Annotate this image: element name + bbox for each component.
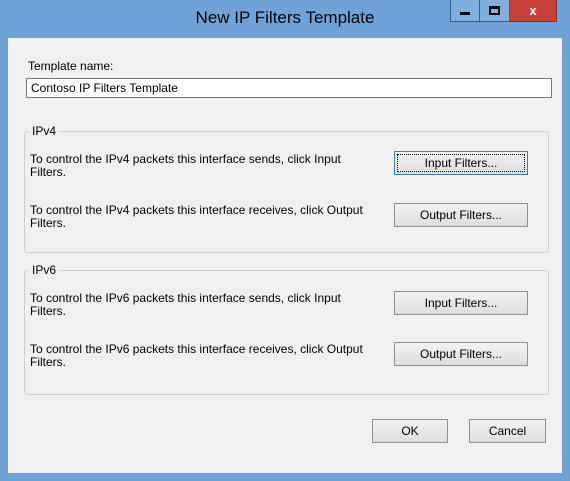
ipv4-output-filters-label: Output Filters...: [419, 208, 503, 222]
dialog-window: New IP Filters Template x Template name:…: [0, 0, 570, 481]
dialog-body: Template name: IPv4 To control the IPv4 …: [8, 38, 562, 473]
ipv6-send-description: To control the IPv6 packets this interfa…: [30, 291, 341, 318]
template-name-label: Template name:: [28, 59, 114, 73]
ipv6-input-filters-label: Input Filters...: [424, 296, 498, 310]
maximize-icon: [489, 6, 500, 15]
cancel-button[interactable]: Cancel: [469, 419, 546, 443]
ipv6-legend: IPv6: [29, 263, 60, 277]
template-name-input[interactable]: [26, 78, 552, 98]
close-button[interactable]: x: [510, 0, 557, 22]
ipv4-group: [24, 131, 549, 253]
ok-button[interactable]: OK: [372, 419, 448, 443]
ipv4-receive-description: To control the IPv4 packets this interfa…: [30, 203, 363, 230]
ipv6-receive-description: To control the IPv6 packets this interfa…: [30, 342, 363, 369]
ipv6-group: [24, 270, 549, 395]
ipv6-input-filters-button[interactable]: Input Filters...: [394, 291, 528, 315]
ipv6-output-filters-button[interactable]: Output Filters...: [394, 342, 528, 366]
ipv4-output-filters-button[interactable]: Output Filters...: [394, 203, 528, 227]
ipv4-legend: IPv4: [29, 124, 60, 138]
ipv4-input-filters-label: Input Filters...: [424, 156, 498, 170]
cancel-button-label: Cancel: [488, 424, 527, 438]
close-icon: x: [529, 3, 537, 18]
ipv4-send-description: To control the IPv4 packets this interfa…: [30, 152, 341, 179]
minimize-icon: [460, 11, 470, 15]
title-bar[interactable]: New IP Filters Template x: [0, 0, 570, 38]
ipv4-input-filters-button[interactable]: Input Filters...: [394, 151, 528, 175]
minimize-button[interactable]: [450, 0, 480, 22]
maximize-button[interactable]: [480, 0, 510, 22]
ipv6-output-filters-label: Output Filters...: [419, 347, 503, 361]
ok-button-label: OK: [401, 424, 419, 438]
